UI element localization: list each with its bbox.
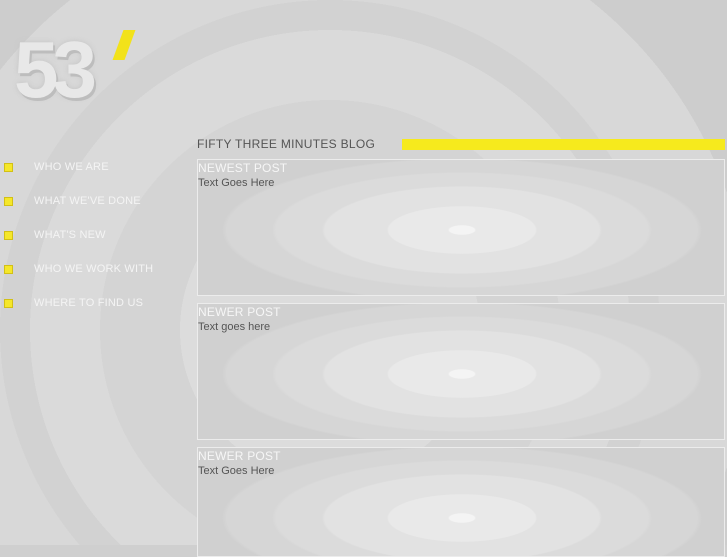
nav-label: WHO WE ARE <box>34 161 109 173</box>
nav-item-who-we-work-with[interactable]: WHO WE WORK WITH <box>0 260 190 280</box>
nav-item-where-to-find-us[interactable]: WHERE TO FIND US <box>0 294 190 314</box>
nav-label: WHO WE WORK WITH <box>34 263 154 275</box>
nav-label: WHERE TO FIND US <box>34 297 144 309</box>
nav-label: WHAT'S NEW <box>34 229 106 241</box>
nav-item-whats-new[interactable]: WHAT'S NEW <box>0 226 190 246</box>
post-newer-2: NEWER POST Text Goes Here <box>197 447 725 557</box>
bullet-icon <box>4 265 13 274</box>
bullet-icon <box>4 299 13 308</box>
nav-label: WHAT WE'VE DONE <box>34 195 141 207</box>
post-title[interactable]: NEWER POST <box>198 449 281 463</box>
bullet-icon <box>4 231 13 240</box>
nav-item-who-we-are[interactable]: WHO WE ARE <box>0 158 190 178</box>
post-body: Text Goes Here <box>198 177 275 189</box>
post-newer-1: NEWER POST Text goes here <box>197 303 725 440</box>
post-newest: NEWEST POST Text Goes Here <box>197 159 725 296</box>
title-accent-bar <box>402 139 725 150</box>
post-body: Text Goes Here <box>198 465 275 477</box>
blog-title: FIFTY THREE MINUTES BLOG <box>197 137 376 151</box>
nav-item-what-weve-done[interactable]: WHAT WE'VE DONE <box>0 192 190 212</box>
bullet-icon <box>4 163 13 172</box>
post-title[interactable]: NEWER POST <box>198 305 281 319</box>
bullet-icon <box>4 197 13 206</box>
logo[interactable]: 53 <box>8 25 136 116</box>
post-title[interactable]: NEWEST POST <box>198 161 287 175</box>
post-body: Text goes here <box>198 321 271 333</box>
logo-text: 53 <box>14 25 97 114</box>
